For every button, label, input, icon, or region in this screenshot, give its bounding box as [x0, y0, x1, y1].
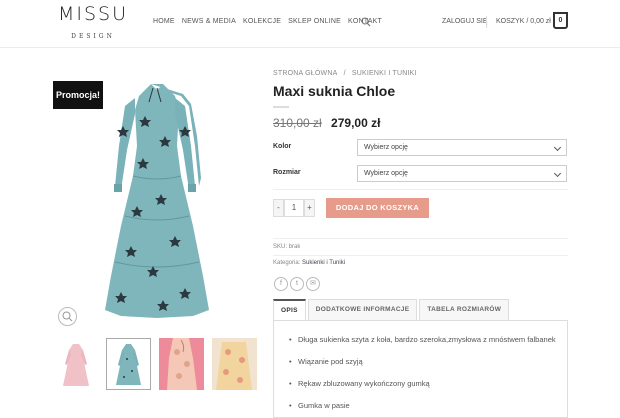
logo-subtitle: DESIGN	[71, 33, 115, 40]
cart-link[interactable]: KOSZYK / 0,00 zł	[496, 18, 551, 25]
breadcrumb-category[interactable]: SUKIENKI I TUNIKI	[352, 70, 417, 77]
color-label: Kolor	[273, 143, 292, 150]
search-icon[interactable]	[361, 17, 371, 27]
chevron-down-icon	[553, 169, 562, 178]
color-select-value: Wybierz opcję	[364, 144, 408, 151]
main-nav: HOME NEWS & MEDIA KOLEKCJE SKLEP ONLINE …	[153, 18, 389, 25]
quantity-stepper: - 1 +	[273, 199, 315, 217]
product-tabs: OPIS DODATKOWE INFORMACJE TABELA ROZMIAR…	[273, 299, 511, 320]
description-list: Długa sukienka szyta z koła, bardzo szer…	[288, 334, 558, 418]
divider	[273, 189, 568, 190]
list-item: Rękaw zbluzowany wykończony gumką	[288, 378, 558, 390]
size-select-value: Wybierz opcję	[364, 170, 408, 177]
tab-opis[interactable]: OPIS	[273, 299, 306, 320]
list-item: Długa sukienka szyta z koła, bardzo szer…	[288, 334, 558, 346]
email-icon[interactable]: ✉	[306, 277, 320, 291]
nav-home[interactable]: HOME	[153, 18, 175, 25]
nav-kolekcje[interactable]: KOLEKCJE	[243, 18, 281, 25]
title-divider	[273, 106, 289, 108]
nav-news-media[interactable]: NEWS & MEDIA	[182, 18, 236, 25]
variation-size-row: Rozmiar Wybierz opcję	[273, 165, 568, 182]
qty-plus-button[interactable]: +	[304, 199, 315, 217]
thumb-floral-pink[interactable]	[159, 338, 204, 390]
variation-color-row: Kolor Wybierz opcję	[273, 139, 568, 156]
thumb-blue-dress[interactable]	[106, 338, 151, 390]
product-sku: SKU: brak	[273, 244, 301, 250]
divider	[273, 255, 568, 256]
size-select[interactable]: Wybierz opcję	[357, 165, 567, 182]
share-icons: f t ✉	[274, 277, 320, 291]
qty-input[interactable]: 1	[284, 199, 304, 217]
size-label: Rozmiar	[273, 169, 301, 176]
header-divider	[486, 16, 487, 28]
thumb-pink-dress[interactable]	[53, 338, 98, 390]
category-link[interactable]: Sukienki i Tuniki	[302, 260, 345, 266]
facebook-icon[interactable]: f	[274, 277, 288, 291]
sale-price: 279,00 zł	[331, 116, 381, 130]
twitter-icon[interactable]: t	[290, 277, 304, 291]
category-prefix: Kategoria:	[273, 260, 303, 266]
breadcrumb: STRONA GŁÓWNA / SUKIENKI I TUNIKI	[273, 70, 421, 77]
breadcrumb-home[interactable]: STRONA GŁÓWNA	[273, 70, 337, 77]
chevron-down-icon	[553, 143, 562, 152]
thumb-floral-yellow[interactable]	[212, 338, 257, 390]
nav-sklep-online[interactable]: SKLEP ONLINE	[288, 18, 341, 25]
product-price: 310,00 zł 279,00 zł	[273, 116, 380, 130]
qty-minus-button[interactable]: -	[273, 199, 284, 217]
product-title: Maxi suknia Chloe	[273, 83, 396, 99]
divider	[273, 238, 568, 239]
login-link[interactable]: ZALOGUJ SIĘ	[442, 18, 488, 25]
zoom-icon[interactable]	[58, 307, 77, 326]
thumbnail-strip	[53, 338, 257, 390]
site-header: MISSU DESIGN HOME NEWS & MEDIA KOLEKCJE …	[0, 0, 620, 48]
list-item: Wiązanie pod szyją	[288, 356, 558, 368]
add-to-cart-button[interactable]: DODAJ DO KOSZYKA	[326, 198, 429, 218]
site-logo[interactable]: MISSU DESIGN	[58, 3, 128, 40]
promo-badge: Promocja!	[53, 81, 103, 109]
color-select[interactable]: Wybierz opcję	[357, 139, 567, 156]
product-category: Kategoria: Sukienki i Tuniki	[273, 260, 345, 266]
cart-count-badge[interactable]: 0	[553, 12, 568, 29]
logo-wordmark: MISSU	[58, 3, 129, 25]
tab-tabela-rozmiarow[interactable]: TABELA ROZMIARÓW	[419, 299, 510, 320]
breadcrumb-separator: /	[343, 70, 346, 77]
list-item: Gumka w pasie	[288, 400, 558, 412]
old-price: 310,00 zł	[273, 116, 322, 130]
tab-dodatkowe-informacje[interactable]: DODATKOWE INFORMACJE	[307, 299, 418, 320]
